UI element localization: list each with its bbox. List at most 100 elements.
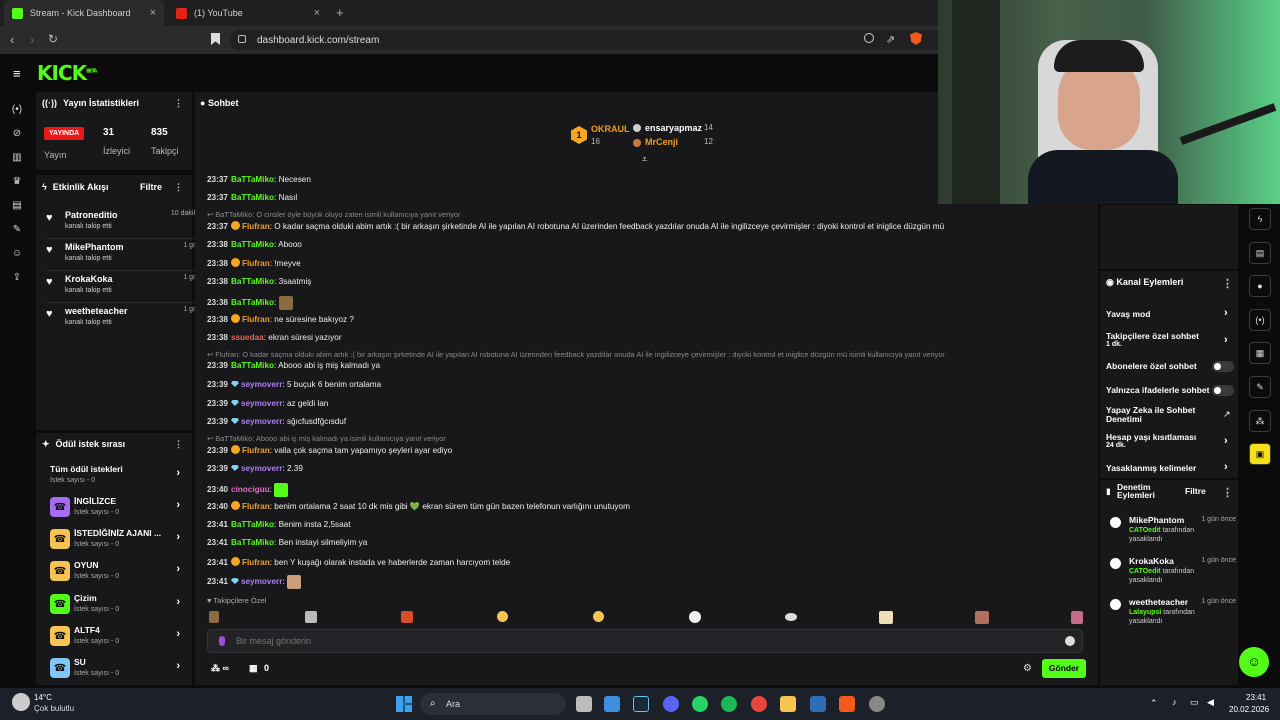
message-user[interactable]: Flufran (242, 259, 270, 268)
message-user[interactable]: BaTTaMiko (231, 240, 274, 249)
store-app-icon[interactable] (604, 696, 620, 712)
activity-menu-icon[interactable]: ⋮ (174, 182, 183, 193)
chat-message-input[interactable] (236, 633, 1056, 649)
zoom-icon[interactable] (864, 33, 874, 43)
media-icon[interactable]: ▤ (10, 200, 24, 211)
support-chat-icon[interactable]: ☺ (1239, 647, 1269, 677)
quick-action-points-button[interactable]: ⁂ (1249, 410, 1271, 432)
reward-item-all[interactable]: Tüm ödül istekleri İstek sayısı - 0 › (50, 462, 184, 492)
reward-item[interactable]: ☎ ALTF4 İstek sayısı - 0 › (50, 623, 184, 653)
brave-icon[interactable] (839, 696, 855, 712)
reward-item[interactable]: ☎ Çizim İstek sayısı - 0 › (50, 591, 184, 621)
reward-item[interactable]: ☎ SU İstek sayısı - 0 › (50, 655, 184, 685)
activity-user[interactable]: weetheteacher (65, 306, 128, 316)
activity-filter-button[interactable]: Filtre (140, 182, 162, 192)
message-user[interactable]: cinociguu (231, 485, 270, 494)
leader-second-name[interactable]: ensaryapmaz (645, 123, 702, 133)
emote-icon[interactable] (1071, 611, 1083, 624)
emote-icon[interactable] (785, 613, 797, 621)
message-user[interactable]: BaTTaMiko (231, 520, 274, 529)
message-user[interactable]: seymoverr (241, 399, 282, 408)
moderation-by[interactable]: CATOedit (1129, 568, 1161, 575)
steam-icon[interactable] (633, 696, 649, 712)
share-icon[interactable]: ⇗ (886, 33, 895, 46)
kick-logo[interactable]: KICKBETA (37, 61, 97, 85)
message-user[interactable]: seymoverr (241, 380, 282, 389)
tray-chevron-icon[interactable]: ⌃ (1150, 698, 1158, 709)
tray-mic-icon[interactable]: ♪ (1172, 697, 1177, 707)
app-icon[interactable] (869, 696, 885, 712)
emote-icon[interactable] (879, 611, 893, 624)
expand-leaderboard-icon[interactable]: ⩡ (642, 154, 647, 165)
leader-third-name[interactable]: MrCenji (645, 137, 678, 147)
task-view-icon[interactable] (576, 696, 592, 712)
quick-action-store-button[interactable]: ▦ (1249, 342, 1271, 364)
emote-icon[interactable] (593, 611, 604, 622)
moderation-by[interactable]: CATOedit (1129, 527, 1161, 534)
subs-chat-toggle[interactable] (1212, 361, 1234, 372)
reward-menu-icon[interactable]: ⋮ (174, 439, 183, 450)
moderation-filter-button[interactable]: Filtre (1185, 486, 1206, 496)
back-icon[interactable]: ‹ (10, 32, 14, 47)
emote-icon[interactable] (278, 296, 293, 310)
chat-points-indicator[interactable]: ⁂ ∞ (211, 663, 229, 674)
activity-user[interactable]: Patroneditio (65, 210, 118, 220)
quick-action-bolt-button[interactable]: ϟ (1249, 208, 1271, 230)
emotes-chat-toggle[interactable] (1212, 385, 1234, 396)
emoji-picker-icon[interactable] (1065, 636, 1075, 646)
clock-date[interactable]: 20.02.2026 (1229, 705, 1269, 714)
chat-settings-gear-icon[interactable]: ⚙ (1023, 663, 1032, 674)
quick-action-gift-button[interactable]: ▣ (1249, 443, 1271, 465)
microphone-icon[interactable] (219, 636, 225, 646)
emote-icon[interactable] (305, 611, 317, 623)
close-tab-icon[interactable]: × (150, 7, 156, 19)
moderation-by[interactable]: Lalayupsi (1129, 609, 1161, 616)
forward-icon[interactable]: › (30, 32, 34, 47)
tab-youtube[interactable]: (1) YouTube × (168, 0, 328, 26)
stats-menu-icon[interactable]: ⋮ (174, 98, 183, 109)
trophy-icon[interactable]: ♛ (10, 176, 24, 187)
followers-chat-label[interactable]: Takipçilere özel sohbet (1106, 331, 1199, 341)
emote-icon[interactable] (401, 611, 413, 623)
tray-volume-icon[interactable]: ◀ (1207, 697, 1214, 708)
reward-item[interactable]: ☎ OYUN İstek sayısı - 0 › (50, 558, 184, 588)
message-user[interactable]: BaTTaMiko (231, 193, 274, 202)
moderation-user[interactable]: weetheteacher (1129, 597, 1188, 607)
message-user[interactable]: BaTTaMiko (231, 298, 274, 307)
moderation-user[interactable]: MikePhantom (1129, 515, 1184, 525)
hamburger-menu-icon[interactable]: ≡ (13, 66, 21, 81)
tab-kick-dashboard[interactable]: Stream - Kick Dashboard × (4, 0, 164, 26)
emote-icon[interactable] (209, 611, 219, 623)
moderation-menu-icon[interactable]: ⋮ (1222, 486, 1233, 499)
message-user[interactable]: Flufran (242, 315, 270, 324)
message-user[interactable]: BaTTaMiko (231, 361, 274, 370)
message-user[interactable]: Flufran (242, 222, 270, 231)
analytics-icon[interactable]: ▥ (10, 152, 24, 163)
site-settings-icon[interactable] (238, 35, 246, 43)
taskbar-search[interactable]: ⌕ Ara (420, 693, 566, 715)
message-user[interactable]: BaTTaMiko (231, 538, 274, 547)
send-button[interactable]: Gönder (1042, 659, 1086, 678)
activity-user[interactable]: MikePhantom (65, 242, 124, 252)
close-tab-icon[interactable]: × (314, 7, 320, 19)
link-icon[interactable]: ⊘ (10, 128, 24, 139)
activity-user[interactable]: KrokaKoka (65, 274, 113, 284)
message-user[interactable]: BaTTaMiko (231, 277, 274, 286)
quick-action-tools-button[interactable]: ✎ (1249, 376, 1271, 398)
message-user[interactable]: seymoverr (241, 577, 282, 586)
clock-time[interactable]: 23:41 (1246, 693, 1266, 702)
reward-item[interactable]: ☎ İSTEDİĞİNİZ AJANI ... İstek sayısı - 0 › (50, 526, 184, 556)
channel-actions-menu-icon[interactable]: ⋮ (1222, 277, 1233, 290)
emote-icon[interactable] (274, 483, 289, 497)
chrome-icon[interactable] (751, 696, 767, 712)
upload-icon[interactable]: ⇪ (10, 272, 24, 283)
spotify-icon[interactable] (721, 696, 737, 712)
chat-store-indicator[interactable]: ▦ 0 (249, 663, 269, 674)
leader-first-name[interactable]: OKRAUL (591, 124, 630, 134)
message-user[interactable]: seymoverr (241, 464, 282, 473)
message-user[interactable]: seymoverr (241, 417, 282, 426)
ai-moderation-label[interactable]: Yapay Zeka ile Sohbet Denetimi (1106, 406, 1206, 424)
account-age-label[interactable]: Hesap yaşı kısıtlaması (1106, 432, 1196, 442)
obs-icon[interactable] (810, 696, 826, 712)
chevron-right-icon[interactable]: › (1224, 461, 1228, 473)
